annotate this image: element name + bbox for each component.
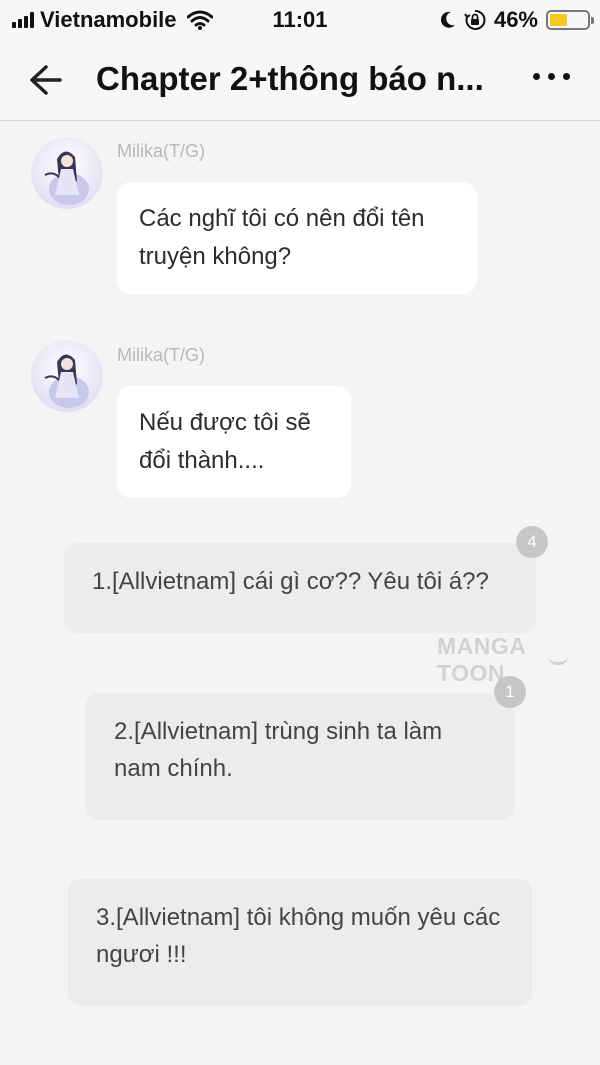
status-bar: Vietnamobile 11:01 46% — [0, 0, 600, 40]
more-options-icon[interactable] — [533, 73, 570, 80]
sender-name: Milika(T/G) — [117, 345, 205, 365]
nav-bar: Chapter 2+thông báo n... — [0, 40, 600, 121]
highlighted-note[interactable]: 3.[Allvietnam] tôi không muốn yêu các ng… — [68, 879, 532, 1006]
comment-count-badge[interactable]: 4 — [516, 526, 548, 558]
battery-percent: 46% — [493, 7, 538, 32]
avatar[interactable] — [31, 137, 103, 209]
chat-area[interactable]: Milika(T/G) Các nghĩ tôi có nên đổi tên … — [0, 121, 600, 1065]
avatar[interactable] — [31, 340, 103, 412]
message-bubble[interactable]: Nếu được tôi sẽ đổi thành.... — [117, 386, 351, 498]
orientation-lock-icon — [464, 9, 486, 30]
comment-count-badge[interactable]: 1 — [494, 676, 526, 708]
avatar-illustration — [44, 354, 89, 408]
highlighted-note[interactable]: 1.[Allvietnam] cái gì cơ?? Yêu tôi á?? — [64, 543, 536, 633]
page-title: Chapter 2+thông báo n... — [96, 60, 484, 97]
moon-icon — [440, 11, 455, 28]
battery-icon — [546, 10, 594, 30]
avatar-illustration — [44, 151, 89, 205]
message-bubble[interactable]: Các nghĩ tôi có nên đổi tên truyện không… — [117, 182, 477, 294]
sender-name: Milika(T/G) — [117, 141, 205, 161]
back-arrow-icon[interactable] — [24, 58, 68, 102]
highlighted-note[interactable]: 2.[Allvietnam] trùng sinh ta làm nam chí… — [86, 693, 514, 820]
